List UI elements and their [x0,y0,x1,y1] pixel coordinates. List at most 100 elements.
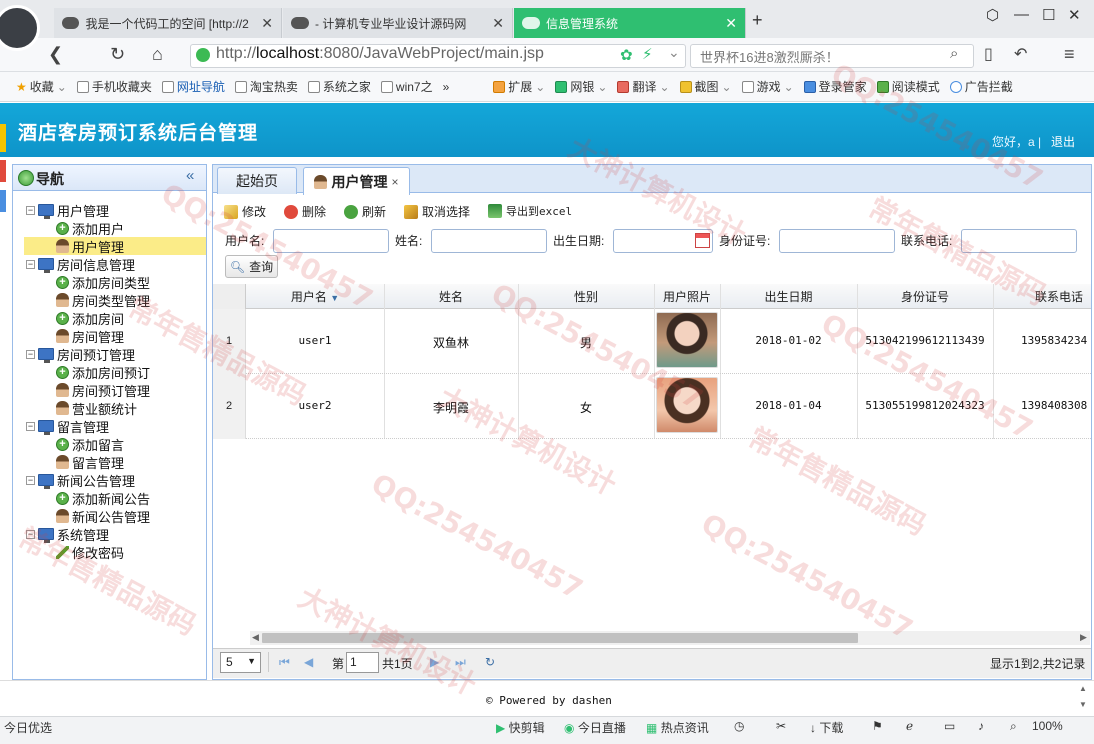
status-item-clip[interactable]: ▶ 快剪辑 [496,719,545,736]
bookmark-item[interactable]: 淘宝热卖 [234,78,298,95]
tree-item[interactable]: 留言管理 [56,453,124,471]
zoom-icon[interactable]: ⌕ [1010,719,1017,734]
tree-item[interactable]: 房间管理 [56,327,124,345]
tree-group-news[interactable]: − 新闻公告管理 [26,471,135,489]
scroll-left-icon[interactable]: ◀ [252,632,259,643]
status-today-picks[interactable]: 今日优选 [4,719,52,736]
url-text[interactable]: http://localhost:8080/JavaWebProject/mai… [216,45,544,63]
bookmark-item[interactable]: 系统之家 [307,78,371,95]
tree-item[interactable]: 营业额统计 [56,399,137,417]
close-tab-icon[interactable]: ✕ [725,15,737,32]
scroll-down-icon[interactable]: ▼ [1079,700,1087,709]
close-tab-icon[interactable]: ✕ [492,15,504,32]
name-input[interactable] [431,229,547,253]
tree-item-add-user[interactable]: + 添加用户 [56,219,124,237]
ext-item[interactable]: 扩展 ⌄ [493,78,545,95]
column-header-username[interactable]: 用户名 ▼ [246,288,384,305]
browser-tab-2[interactable]: - 计算机专业毕业设计源码网 ✕ [283,8,513,38]
page-number-input[interactable]: 1 [346,652,379,673]
ext-item[interactable]: 截图 ⌄ [679,78,732,95]
collapse-node-icon[interactable]: − [26,259,35,269]
chevron-down-icon[interactable]: ⌄ [668,44,680,61]
search-icon[interactable]: ⌕ [950,45,958,62]
export-excel-button[interactable]: 导出到excel [488,203,572,219]
tree-item[interactable]: + 添加新闻公告 [56,489,150,507]
side-app-icon[interactable] [0,190,6,212]
tree-item[interactable]: 新闻公告管理 [56,507,150,525]
ext-item[interactable]: 翻译 ⌄ [617,78,670,95]
tree-group-message[interactable]: − 留言管理 [26,417,109,435]
ext-item[interactable]: 网银 ⌄ [555,78,607,95]
refresh-icon[interactable]: ↻ [485,655,495,669]
tree-item[interactable]: + 添加留言 [56,435,124,453]
column-header-birth[interactable]: 出生日期 [720,288,857,305]
bookmark-item[interactable]: 手机收藏夹 [76,78,152,95]
tree-item[interactable]: 房间预订管理 [56,381,150,399]
logout-link[interactable]: 退出 [1051,133,1075,150]
collapse-node-icon[interactable]: − [26,529,35,539]
phone-input[interactable] [961,229,1077,253]
close-tab-icon[interactable]: × [391,175,398,189]
tab-user-manage[interactable]: 用户管理 × [303,167,410,195]
tools-icon[interactable]: ✂ [776,719,786,733]
clear-selection-button[interactable]: 取消选择 [404,203,470,220]
bookmark-favorites[interactable]: ★ 收藏 ⌄ [16,78,67,95]
browser-tab-1[interactable]: 我是一个代码工的空间 [http://2 ✕ [54,8,282,38]
collapse-node-icon[interactable]: − [26,421,35,431]
prev-page-icon[interactable]: ◀ [304,655,313,669]
tree-group-user[interactable]: − 用户管理 [26,201,109,219]
column-header-phone[interactable]: 联系电话 [993,288,1094,305]
ext-item[interactable]: 阅读模式 [876,78,940,95]
new-tab-icon[interactable]: + [752,10,763,31]
column-header-idcard[interactable]: 身份证号 [857,288,993,305]
window-icon[interactable]: ▭ [944,719,955,733]
speed-icon[interactable]: ✿ [620,46,633,64]
collapse-node-icon[interactable]: − [26,475,35,485]
page-size-select[interactable]: 5 ▼ [220,652,261,673]
tree-item-user-manage-selected[interactable]: 用户管理 [24,237,206,255]
history-icon[interactable]: ◷ [734,719,744,733]
refresh-button[interactable]: 刷新 [344,203,386,220]
back-icon[interactable]: ❮ [48,44,63,65]
tree-group-room-info[interactable]: − 房间信息管理 [26,255,135,273]
ext-item[interactable]: 游戏 ⌄ [741,78,794,95]
edit-button[interactable]: 修改 [224,203,266,220]
tree-item[interactable]: + 添加房间类型 [56,273,150,291]
tree-group-booking[interactable]: − 房间预订管理 [26,345,135,363]
username-input[interactable] [273,229,389,253]
ie-icon[interactable]: ℯ [906,719,913,733]
column-header-name[interactable]: 姓名 [384,288,518,305]
bookmark-item[interactable]: 网址导航 [161,78,225,95]
bookmark-item[interactable]: win7之 [380,78,433,95]
idcard-input[interactable] [779,229,895,253]
delete-button[interactable]: 删除 [284,203,326,220]
sound-icon[interactable]: ♪ [978,719,984,733]
tree-item[interactable]: + 添加房间预订 [56,363,150,381]
close-tab-icon[interactable]: ✕ [261,15,273,32]
query-button[interactable]: 🔍︎ 查询 [225,255,278,278]
tree-item[interactable]: 修改密码 [56,543,124,561]
collapse-node-icon[interactable]: − [26,349,35,359]
status-item-download[interactable]: ↓ 下载 [810,719,843,736]
home-icon[interactable]: ⌂ [152,44,163,65]
calendar-icon[interactable] [695,233,710,248]
tree-item[interactable]: 房间类型管理 [56,291,150,309]
column-header-gender[interactable]: 性别 [518,288,654,305]
last-page-icon[interactable]: ⏭ [455,655,466,670]
ext-item[interactable]: 登录管家 [803,78,867,95]
close-window-icon[interactable]: ✕ [1068,6,1081,24]
collapse-sidebar-icon[interactable]: « [186,167,194,184]
undo-icon[interactable]: ↶ [1014,44,1027,64]
first-page-icon[interactable]: ⏮ [279,655,290,670]
minimize-icon[interactable]: — [1014,6,1029,23]
skin-icon[interactable]: ⬡ [986,6,999,24]
zoom-level[interactable]: 100% [1032,719,1063,733]
tree-item[interactable]: + 添加房间 [56,309,124,327]
tab-home[interactable]: 起始页 [217,167,297,194]
browser-tab-3-active[interactable]: 信息管理系统 ✕ [514,8,746,38]
status-item-news[interactable]: ▦ 热点资讯 [646,719,709,736]
menu-icon[interactable]: ≡ [1064,44,1075,65]
phone-icon[interactable]: ▯ [984,44,993,64]
scrollbar-thumb[interactable] [262,633,858,643]
status-item-live[interactable]: ◉ 今日直播 [564,719,626,736]
